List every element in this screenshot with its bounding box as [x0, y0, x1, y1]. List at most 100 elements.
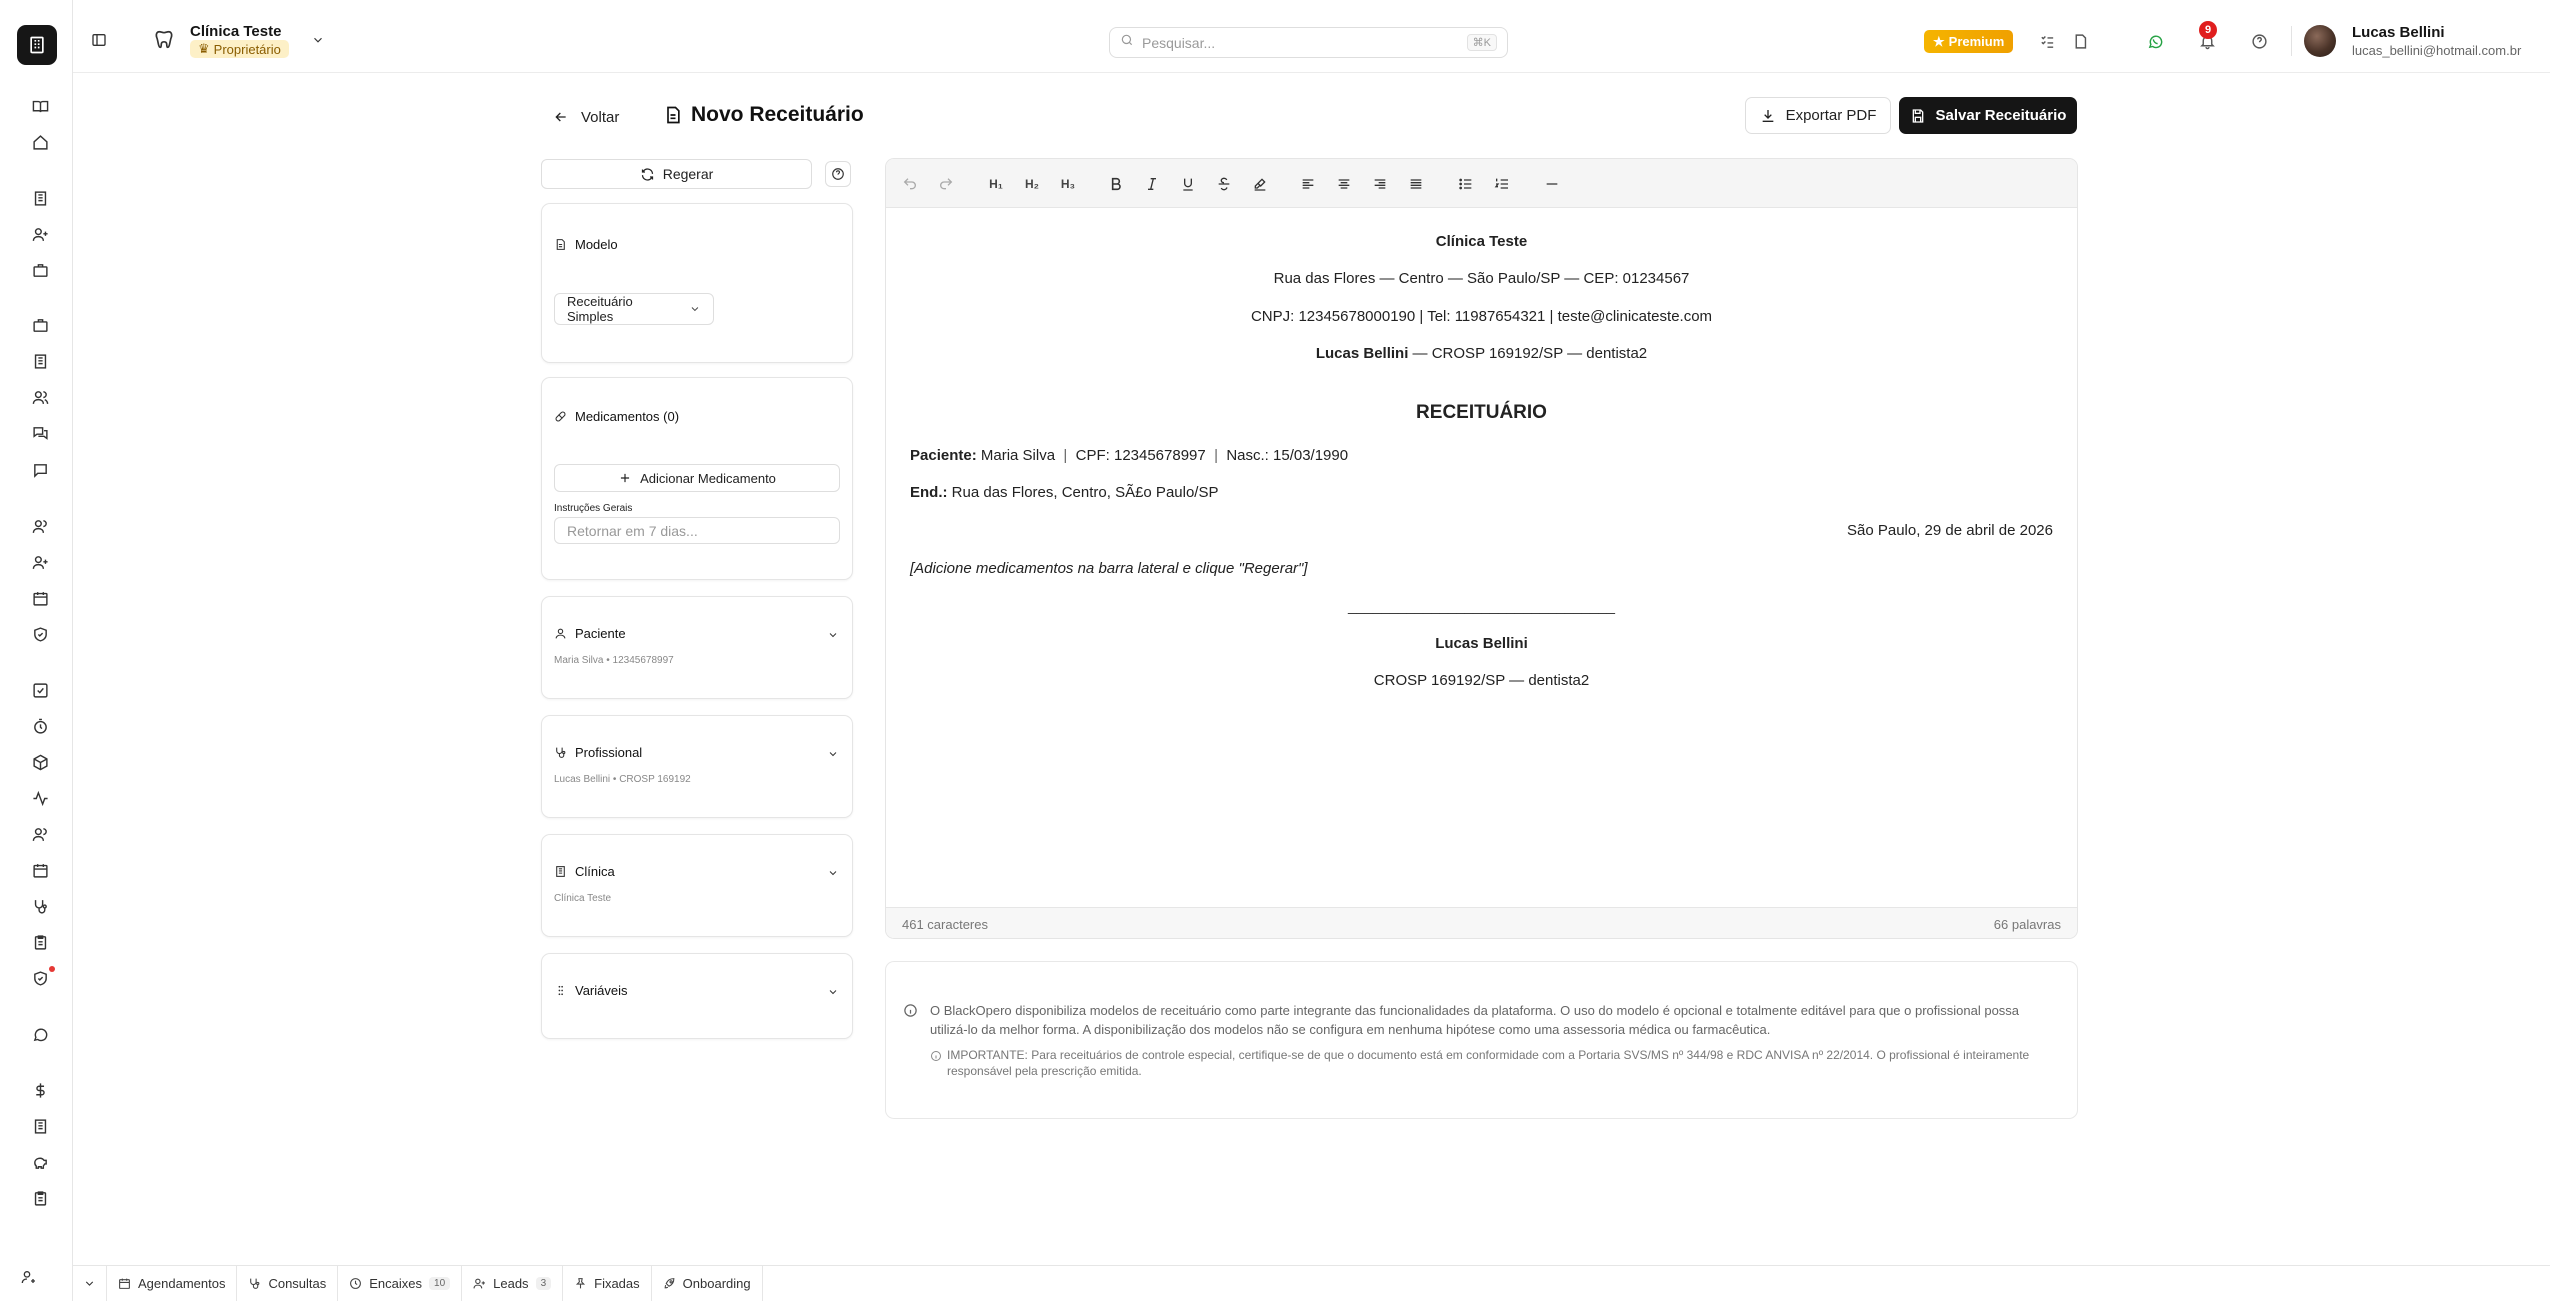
char-count: 461 caracteres: [902, 917, 988, 932]
doc-address-line: End.: Rua das Flores, Centro, SÃ£o Paulo…: [910, 484, 1218, 501]
shield-check-icon[interactable]: [29, 967, 51, 989]
chevron-down-icon[interactable]: [826, 985, 840, 999]
user-settings-icon[interactable]: [18, 1266, 40, 1288]
help-circle-icon[interactable]: [2249, 31, 2269, 51]
chevron-down-icon[interactable]: [826, 866, 840, 880]
tab-encaixes[interactable]: Encaixes 10: [338, 1266, 463, 1301]
variables-card[interactable]: Variáveis: [541, 953, 853, 1039]
users-icon[interactable]: [29, 823, 51, 845]
tab-leads[interactable]: Leads 3: [462, 1266, 564, 1301]
doc-signature-reg: CROSP 169192/SP — dentista2: [1373, 672, 1590, 689]
file-icon[interactable]: [2070, 31, 2090, 51]
back-button[interactable]: Voltar: [553, 105, 619, 129]
app-logo[interactable]: [17, 25, 57, 65]
home-icon[interactable]: [29, 131, 51, 153]
arrow-left-icon: [555, 112, 566, 122]
add-medication-button[interactable]: Adicionar Medicamento: [554, 464, 840, 492]
pin-icon: [576, 1278, 586, 1289]
building-icon[interactable]: [29, 350, 51, 372]
pill-icon: [555, 411, 566, 422]
align-center-icon[interactable]: [1334, 174, 1354, 194]
help-button[interactable]: [825, 161, 851, 187]
user-name[interactable]: Lucas Bellini: [2352, 24, 2445, 41]
heading3-button[interactable]: H₃: [1058, 174, 1078, 194]
checklist-icon[interactable]: [2037, 31, 2057, 51]
model-card: Modelo Receituário Simples: [541, 203, 853, 363]
tab-count: 3: [535, 1277, 552, 1290]
bold-icon[interactable]: [1106, 174, 1126, 194]
grip-icon: [558, 985, 563, 996]
editor-footer: 461 caracteres 66 palavras: [886, 907, 2077, 938]
chat-icon[interactable]: [29, 422, 51, 444]
heading2-button[interactable]: H₂: [1022, 174, 1042, 194]
stethoscope-icon[interactable]: [29, 895, 51, 917]
package-icon[interactable]: [29, 751, 51, 773]
align-left-icon[interactable]: [1298, 174, 1318, 194]
timer-icon[interactable]: [29, 715, 51, 737]
search-icon: [1120, 33, 1134, 52]
book-open-icon[interactable]: [29, 95, 51, 117]
tab-agendamentos[interactable]: Agendamentos: [107, 1266, 238, 1301]
highlighter-icon[interactable]: [1250, 174, 1270, 194]
calendar-icon[interactable]: [29, 587, 51, 609]
clipboard-icon[interactable]: [29, 1187, 51, 1209]
user-plus-icon[interactable]: [29, 223, 51, 245]
search-box[interactable]: ⌘K: [1109, 27, 1508, 58]
briefcase-icon[interactable]: [29, 259, 51, 281]
align-justify-icon[interactable]: [1406, 174, 1426, 194]
tab-consultas[interactable]: Consultas: [237, 1266, 339, 1301]
shield-check-icon[interactable]: [29, 623, 51, 645]
undo-icon[interactable]: [900, 174, 920, 194]
users-icon[interactable]: [29, 386, 51, 408]
search-shortcut: ⌘K: [1466, 34, 1497, 51]
check-square-icon[interactable]: [29, 679, 51, 701]
briefcase-icon[interactable]: [29, 314, 51, 336]
variables-title: Variáveis: [575, 983, 628, 998]
clipboard-icon[interactable]: [29, 931, 51, 953]
document-body[interactable]: Clínica Teste Rua das Flores — Centro — …: [886, 208, 2077, 909]
save-button[interactable]: Salvar Receituário: [1899, 97, 2077, 134]
whatsapp-icon[interactable]: [29, 1023, 51, 1045]
numbered-list-icon[interactable]: [1492, 174, 1512, 194]
patient-card[interactable]: Paciente Maria Silva • 12345678997: [541, 596, 853, 699]
building-icon[interactable]: [29, 187, 51, 209]
tab-fixadas[interactable]: Fixadas: [563, 1266, 652, 1301]
underline-icon[interactable]: [1178, 174, 1198, 194]
whatsapp-icon[interactable]: [2145, 31, 2165, 51]
italic-icon[interactable]: [1142, 174, 1162, 194]
align-right-icon[interactable]: [1370, 174, 1390, 194]
chevron-down-icon[interactable]: [826, 747, 840, 761]
search-input[interactable]: [1142, 34, 1459, 51]
tab-onboarding[interactable]: Onboarding: [652, 1266, 763, 1301]
user-plus-icon[interactable]: [29, 551, 51, 573]
heading1-button[interactable]: H₁: [986, 174, 1006, 194]
chevron-down-icon[interactable]: [310, 32, 326, 48]
info-icon: [930, 1049, 942, 1067]
clinic-card[interactable]: Clínica Clínica Teste: [541, 834, 853, 937]
top-bar: Clínica Teste ♛ Proprietário ⌘K ★ Premiu…: [73, 0, 2550, 73]
doc-patient-label: Paciente:: [910, 447, 977, 464]
chevron-down-icon[interactable]: [73, 1266, 107, 1301]
building-icon[interactable]: [29, 1115, 51, 1137]
premium-badge[interactable]: ★ Premium: [1924, 30, 2014, 53]
activity-icon[interactable]: [29, 787, 51, 809]
horizontal-rule-icon[interactable]: [1542, 174, 1562, 194]
professional-card[interactable]: Profissional Lucas Bellini • CROSP 16919…: [541, 715, 853, 818]
bullet-list-icon[interactable]: [1456, 174, 1476, 194]
users-icon[interactable]: [29, 515, 51, 537]
instructions-input[interactable]: [554, 517, 840, 544]
strikethrough-icon[interactable]: [1214, 174, 1234, 194]
regenerate-button[interactable]: Regerar: [541, 159, 812, 189]
calendar-icon[interactable]: [29, 859, 51, 881]
chevron-down-icon[interactable]: [826, 628, 840, 642]
sidebar-toggle-icon[interactable]: [89, 30, 109, 50]
piggy-bank-icon[interactable]: [29, 1151, 51, 1173]
clinic-name[interactable]: Clínica Teste: [190, 23, 281, 40]
avatar[interactable]: [2304, 25, 2336, 57]
export-pdf-button[interactable]: Exportar PDF: [1745, 97, 1891, 134]
redo-icon[interactable]: [936, 174, 956, 194]
dollar-icon[interactable]: [29, 1079, 51, 1101]
doc-birth: Nasc.: 15/03/1990: [1226, 447, 1349, 464]
message-icon[interactable]: [29, 459, 51, 481]
model-select[interactable]: Receituário Simples: [554, 293, 714, 325]
